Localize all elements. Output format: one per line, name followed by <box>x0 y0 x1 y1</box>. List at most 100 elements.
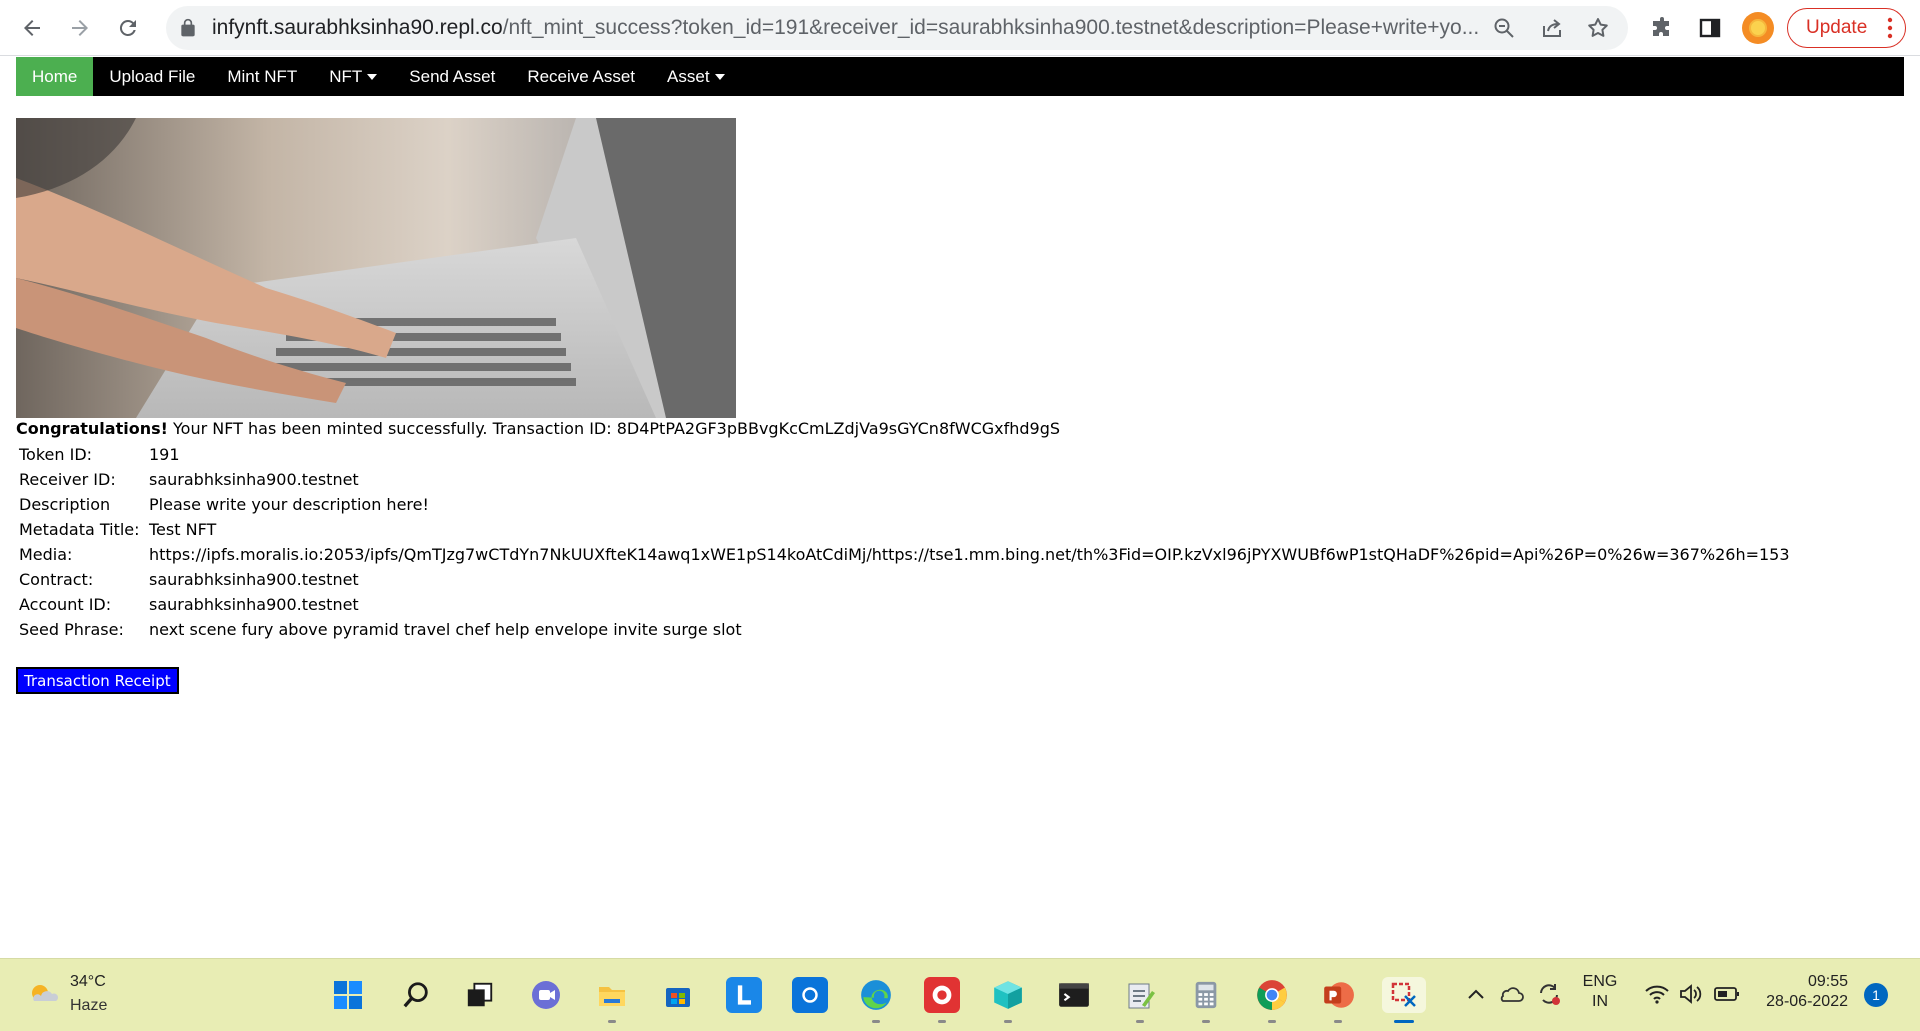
terminal-icon[interactable] <box>1056 977 1092 1013</box>
volume-icon[interactable] <box>1678 983 1704 1005</box>
running-indicator <box>1268 1020 1276 1023</box>
language-indicator[interactable]: ENG IN <box>1576 973 1624 1011</box>
clock-time: 09:55 <box>1807 973 1848 990</box>
url-host: infynft.saurabhksinha90.repl.co <box>212 16 503 39</box>
detail-key: Contract: <box>19 570 94 589</box>
search-icon[interactable] <box>398 977 434 1013</box>
wifi-icon[interactable] <box>1644 983 1670 1005</box>
zoom-icon[interactable] <box>1492 16 1516 40</box>
clock-date: 28-06-2022 <box>1766 993 1848 1010</box>
update-button[interactable]: Update <box>1787 8 1906 48</box>
recorder-icon[interactable] <box>924 977 960 1023</box>
battery-icon[interactable] <box>1714 986 1740 1002</box>
detail-key: Token ID: <box>19 445 93 464</box>
running-indicator <box>1334 1020 1342 1023</box>
lens-app-icon[interactable] <box>726 977 762 1013</box>
windows-taskbar: 34°C Haze ENG IN 09:55 28-06-2022 1 <box>0 958 1920 1031</box>
onedrive-cloud-icon[interactable] <box>1498 983 1524 1005</box>
url-text[interactable]: infynft.saurabhksinha90.repl.co/nft_mint… <box>212 16 1512 40</box>
teams-chat-icon[interactable] <box>528 977 564 1013</box>
detail-key: Account ID: <box>19 595 112 614</box>
kebab-menu-icon[interactable] <box>1887 17 1893 39</box>
language-code: ENG <box>1582 973 1618 990</box>
sync-icon[interactable] <box>1536 981 1562 1007</box>
chrome-icon[interactable] <box>1254 977 1290 1023</box>
side-panel-icon[interactable] <box>1690 8 1730 48</box>
transaction-receipt-button[interactable]: Transaction Receipt <box>16 667 179 694</box>
clock[interactable]: 09:55 28-06-2022 <box>1752 973 1848 1011</box>
forward-arrow-icon[interactable] <box>60 8 100 48</box>
nav-nft-dropdown[interactable]: NFT <box>313 57 393 96</box>
running-indicator <box>872 1020 880 1023</box>
caret-down-icon <box>367 73 378 80</box>
nav-label: NFT <box>329 66 363 86</box>
outlook-icon[interactable] <box>792 977 828 1013</box>
cube-3d-icon[interactable] <box>990 977 1026 1023</box>
task-view-icon[interactable] <box>462 977 498 1013</box>
browser-toolbar: infynft.saurabhksinha90.repl.co/nft_mint… <box>0 0 1920 56</box>
address-bar[interactable]: infynft.saurabhksinha90.repl.co/nft_mint… <box>166 6 1628 50</box>
running-indicator <box>938 1020 946 1023</box>
congrats-heading: Congratulations! <box>16 419 168 438</box>
detail-key: Seed Phrase: <box>19 620 124 639</box>
back-arrow-icon[interactable] <box>12 8 52 48</box>
star-icon[interactable] <box>1586 16 1610 40</box>
nav-upload-file[interactable]: Upload File <box>93 57 211 96</box>
detail-key: Description <box>19 495 111 514</box>
table-row: Contract: saurabhksinha900.testnet <box>16 567 1793 592</box>
nav-home[interactable]: Home <box>16 57 94 96</box>
table-row: Receiver ID: saurabhksinha900.testnet <box>16 467 1793 492</box>
table-row: Token ID: 191 <box>16 442 1793 467</box>
chevron-up-icon[interactable] <box>1466 985 1486 1005</box>
edge-icon[interactable] <box>858 977 894 1023</box>
nft-image <box>16 118 736 418</box>
active-indicator <box>1394 1020 1414 1023</box>
notification-badge[interactable]: 1 <box>1864 983 1888 1007</box>
detail-value: saurabhksinha900.testnet <box>149 570 359 589</box>
snipping-tool-icon[interactable] <box>1382 977 1426 1023</box>
detail-value: 191 <box>149 445 180 464</box>
region-code: IN <box>1592 993 1608 1010</box>
lock-icon[interactable] <box>178 18 198 38</box>
details-table: Token ID: 191 Receiver ID: saurabhksinha90… <box>16 442 1793 642</box>
notepad-icon[interactable] <box>1122 977 1158 1023</box>
nav-label: Receive Asset <box>527 66 636 86</box>
profile-avatar[interactable] <box>1742 12 1774 44</box>
nav-label: Asset <box>667 66 710 86</box>
file-explorer-icon[interactable] <box>594 977 630 1023</box>
table-row: Account ID: saurabhksinha900.testnet <box>16 592 1793 617</box>
weather-description[interactable]: Haze <box>70 997 107 1015</box>
detail-key: Receiver ID: <box>19 470 116 489</box>
congrats-text: Your NFT has been minted successfully. T… <box>167 419 1061 438</box>
running-indicator <box>1004 1020 1012 1023</box>
share-icon[interactable] <box>1540 16 1564 40</box>
powerpoint-icon[interactable] <box>1320 977 1356 1023</box>
weather-haze-icon[interactable] <box>28 981 60 1009</box>
detail-value: Please write your description here! <box>149 495 429 514</box>
nav-label: Home <box>32 66 78 86</box>
calculator-icon[interactable] <box>1188 977 1224 1023</box>
puzzle-icon[interactable] <box>1642 8 1682 48</box>
table-row: Metadata Title: Test NFT <box>16 517 1793 542</box>
nav-mint-nft[interactable]: Mint NFT <box>211 57 313 96</box>
detail-value: next scene fury above pyramid travel che… <box>149 620 742 639</box>
mint-result: Congratulations! Your NFT has been minte… <box>16 419 1793 642</box>
weather-temperature[interactable]: 34°C <box>70 973 106 991</box>
nav-receive-asset[interactable]: Receive Asset <box>511 57 651 96</box>
microsoft-store-icon[interactable] <box>660 977 696 1013</box>
table-row: Seed Phrase: next scene fury above pyrami… <box>16 617 1793 642</box>
congrats-message: Congratulations! Your NFT has been minte… <box>16 419 1793 439</box>
windows-start-icon[interactable] <box>330 977 366 1013</box>
detail-key: Metadata Title: <box>19 520 140 539</box>
update-label: Update <box>1806 17 1868 38</box>
site-navbar: Home Upload File Mint NFT NFT Send Asset… <box>16 57 1904 96</box>
nav-asset-dropdown[interactable]: Asset <box>651 57 741 96</box>
detail-value: saurabhksinha900.testnet <box>149 595 359 614</box>
table-row: Description Please write your description… <box>16 492 1793 517</box>
nav-label: Mint NFT <box>227 66 298 86</box>
detail-value: https://ipfs.moralis.io:2053/ipfs/QmTJzg… <box>149 545 1790 564</box>
reload-icon[interactable] <box>108 8 148 48</box>
detail-value: saurabhksinha900.testnet <box>149 470 359 489</box>
nav-label: Send Asset <box>409 66 496 86</box>
nav-send-asset[interactable]: Send Asset <box>393 57 511 96</box>
